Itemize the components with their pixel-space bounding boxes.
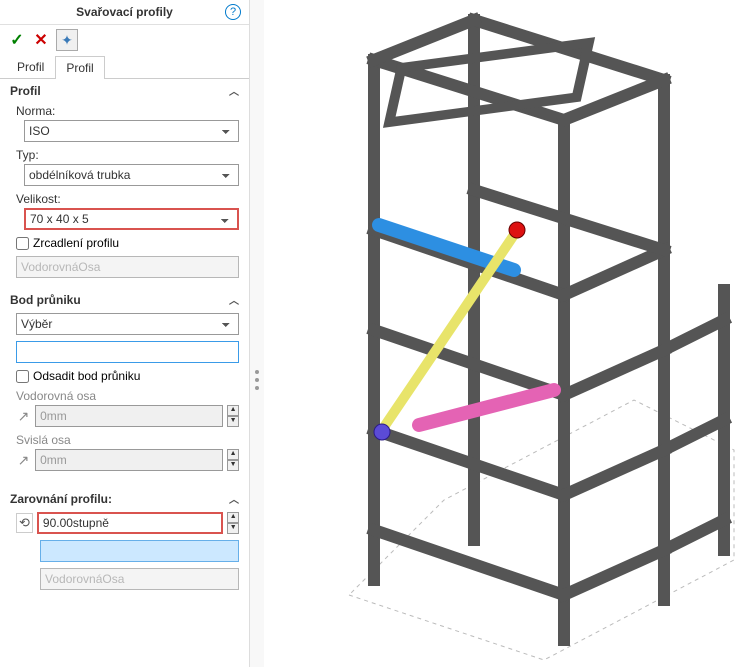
section-profil: Profil ︿ Norma: ISO Typ: obdélníková tru… — [4, 79, 245, 284]
check-icon: ✓ — [10, 30, 23, 50]
arrow-ne-icon: ↗ — [16, 407, 31, 425]
structure-drawing — [264, 0, 750, 667]
section-header-bod[interactable]: Bod průniku ︿ — [4, 288, 245, 311]
spin-down[interactable]: ▼ — [227, 416, 239, 427]
spin-down[interactable]: ▼ — [227, 523, 239, 534]
panel-header: Svařovací profily ? — [0, 0, 249, 25]
section-header-profil[interactable]: Profil ︿ — [4, 79, 245, 102]
velikost-select[interactable]: 70 x 40 x 5 — [24, 208, 239, 230]
section-zarovnani: Zarovnání profilu: ︿ ⟲ ▲ ▼ Vodor — [4, 487, 245, 602]
close-icon: ✕ — [34, 30, 47, 50]
handle-dot — [255, 370, 259, 374]
handle-dot — [255, 378, 259, 382]
chevron-up-icon: ︿ — [229, 491, 239, 506]
spin-down[interactable]: ▼ — [227, 460, 239, 471]
action-row: ✓ ✕ ✦ — [0, 25, 249, 55]
typ-label: Typ: — [16, 148, 239, 162]
norma-label: Norma: — [16, 104, 239, 118]
section-bod-pruniku: Bod průniku ︿ Výběr Odsadit bod průniku … — [4, 288, 245, 483]
velikost-label: Velikost: — [16, 192, 239, 206]
panel-scroll[interactable]: Profil ︿ Norma: ISO Typ: obdélníková tru… — [0, 79, 249, 667]
tab-profil-1[interactable]: Profil — [6, 55, 55, 78]
zarovnani-axis-select: VodorovnáOsa — [40, 568, 239, 590]
pin-button[interactable]: ✦ — [56, 29, 78, 51]
section-title: Profil — [10, 84, 41, 98]
angle-input[interactable] — [37, 512, 224, 534]
zarovnani-blank-input[interactable] — [40, 540, 239, 562]
cancel-button[interactable]: ✕ — [32, 31, 50, 49]
mirror-checkbox[interactable] — [16, 237, 29, 250]
section-title: Bod průniku — [10, 293, 81, 307]
mirror-axis-select: VodorovnáOsa — [16, 256, 239, 278]
property-panel: Svařovací profily ? ✓ ✕ ✦ Profil Profil … — [0, 0, 250, 667]
section-header-zarovnani[interactable]: Zarovnání profilu: ︿ — [4, 487, 245, 510]
chevron-up-icon: ︿ — [229, 292, 239, 307]
h-axis-label: Vodorovná osa — [16, 389, 239, 403]
ok-button[interactable]: ✓ — [8, 31, 26, 49]
spin-up[interactable]: ▲ — [227, 449, 239, 460]
chevron-up-icon: ︿ — [229, 83, 239, 98]
handle-dot — [255, 386, 259, 390]
pin-icon: ✦ — [61, 32, 73, 49]
side-handle[interactable] — [250, 0, 264, 667]
panel-title: Svařovací profily — [24, 5, 225, 19]
bod-input[interactable] — [16, 341, 239, 363]
tab-strip: Profil Profil — [0, 55, 249, 79]
v-axis-label: Svislá osa — [16, 433, 239, 447]
vyber-select[interactable]: Výběr — [16, 313, 239, 335]
tab-profil-2[interactable]: Profil — [55, 56, 104, 79]
section-title: Zarovnání profilu: — [10, 492, 112, 506]
spin-up[interactable]: ▲ — [227, 405, 239, 416]
offset-checkbox[interactable] — [16, 370, 29, 383]
v-axis-input — [35, 449, 223, 471]
offset-label: Odsadit bod průniku — [33, 369, 140, 383]
3d-viewport[interactable] — [264, 0, 750, 667]
typ-select[interactable]: obdélníková trubka — [24, 164, 239, 186]
spin-up[interactable]: ▲ — [227, 512, 239, 523]
help-icon[interactable]: ? — [225, 4, 241, 20]
h-axis-input — [35, 405, 223, 427]
rotate-icon[interactable]: ⟲ — [16, 513, 33, 533]
norma-select[interactable]: ISO — [24, 120, 239, 142]
arrow-ne-icon: ↗ — [16, 451, 31, 469]
mirror-label: Zrcadlení profilu — [33, 236, 119, 250]
